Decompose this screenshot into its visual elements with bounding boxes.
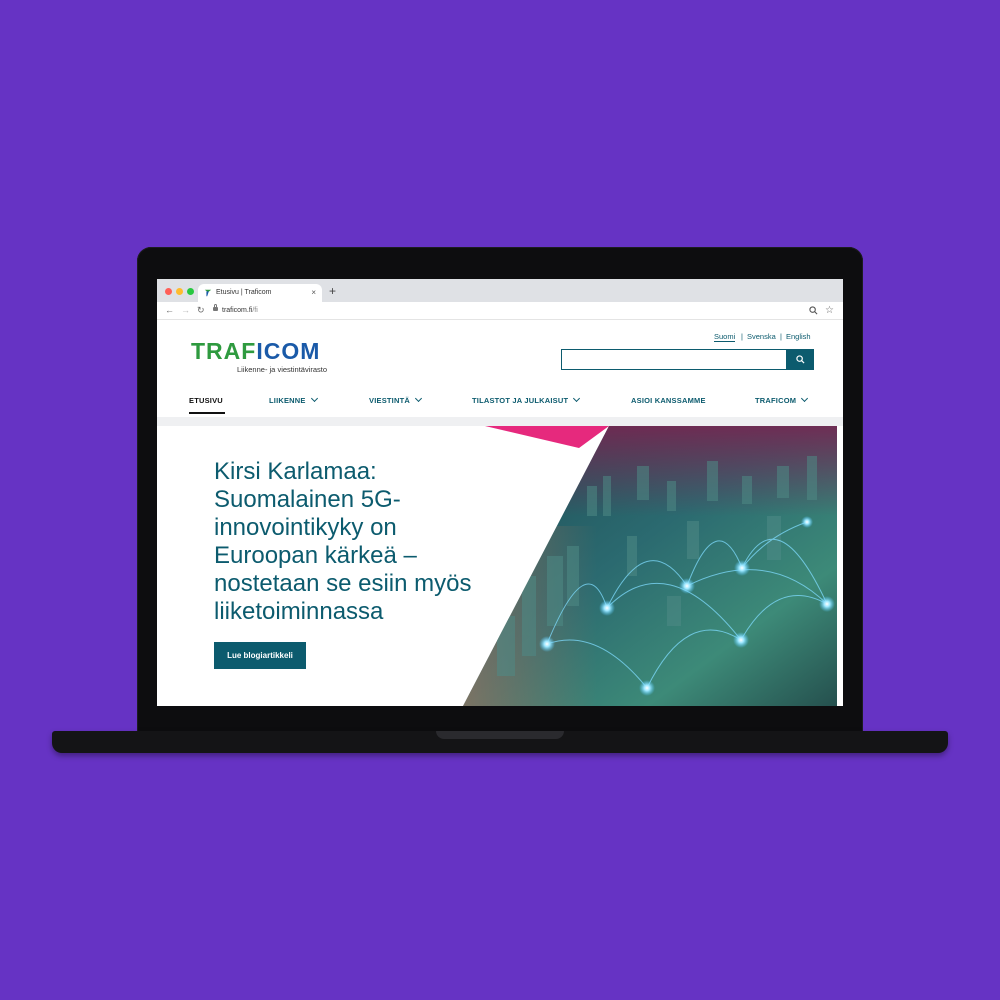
logo-subtitle: Liikenne- ja viestintävirasto <box>237 365 328 374</box>
browser-tab[interactable]: Etusivu | Traficom × <box>198 284 322 302</box>
website: TRAFICOM Liikenne- ja viestintävirasto S… <box>157 320 843 706</box>
address-bar[interactable]: traficom.fi/fi <box>213 304 793 317</box>
zoom-icon[interactable] <box>809 306 818 315</box>
traficom-logo[interactable]: TRAFICOM <box>191 339 320 363</box>
tab-close-icon[interactable]: × <box>311 284 316 302</box>
close-window-icon[interactable] <box>165 288 172 295</box>
laptop-notch <box>436 731 564 739</box>
nav-active-indicator <box>189 412 225 414</box>
maximize-window-icon[interactable] <box>187 288 194 295</box>
hero-title: Kirsi Karlamaa: Suomalainen 5G-innovoint… <box>214 458 472 625</box>
nav-liikenne[interactable]: LIIKENNE <box>269 394 318 405</box>
nav-etusivu[interactable]: ETUSIVU <box>189 396 223 405</box>
lang-separator: | <box>741 332 743 341</box>
chevron-down-icon <box>573 394 581 403</box>
new-tab-button[interactable]: + <box>329 282 336 300</box>
hero-banner: Kirsi Karlamaa: Suomalainen 5G-innovoint… <box>167 426 837 706</box>
search-input[interactable] <box>561 349 787 370</box>
bookmark-star-icon[interactable]: ☆ <box>825 304 834 317</box>
lang-english-link[interactable]: English <box>786 332 811 341</box>
reload-icon[interactable]: ↻ <box>197 304 205 317</box>
traficom-favicon-icon <box>204 289 212 297</box>
lang-suomi-link[interactable]: Suomi <box>714 332 736 342</box>
forward-icon[interactable]: → <box>181 304 190 317</box>
nav-viestinta[interactable]: VIESTINTÄ <box>369 394 423 405</box>
nav-traficom[interactable]: TRAFICOM <box>755 394 809 405</box>
minimize-window-icon[interactable] <box>176 288 183 295</box>
back-icon[interactable]: ← <box>165 304 174 317</box>
chevron-down-icon <box>801 394 809 403</box>
read-blog-article-button[interactable]: Lue blogiartikkeli <box>214 642 306 669</box>
nav-tilastot-ja-julkaisut[interactable]: TILASTOT JA JULKAISUT <box>472 394 581 405</box>
chevron-down-icon <box>414 394 423 403</box>
tab-title: Etusivu | Traficom <box>216 289 272 296</box>
lang-svenska-link[interactable]: Svenska <box>747 332 776 341</box>
lang-separator: | <box>780 332 782 341</box>
browser-toolbar: ← → ↻ traficom.fi/fi ☆ <box>157 302 843 320</box>
search-icon <box>796 355 805 364</box>
laptop-screen: Etusivu | Traficom × + ← → ↻ traficom.fi… <box>157 279 843 706</box>
url-path: /fi <box>252 307 258 314</box>
browser-tab-bar: Etusivu | Traficom × + <box>157 279 843 302</box>
chevron-down-icon <box>310 394 318 403</box>
search-button[interactable] <box>787 349 814 370</box>
header-divider <box>157 417 843 426</box>
url-domain: traficom.fi <box>222 307 253 314</box>
nav-asioi-kanssamme[interactable]: ASIOI KANSSAMME <box>631 396 706 405</box>
lock-icon <box>213 304 218 311</box>
